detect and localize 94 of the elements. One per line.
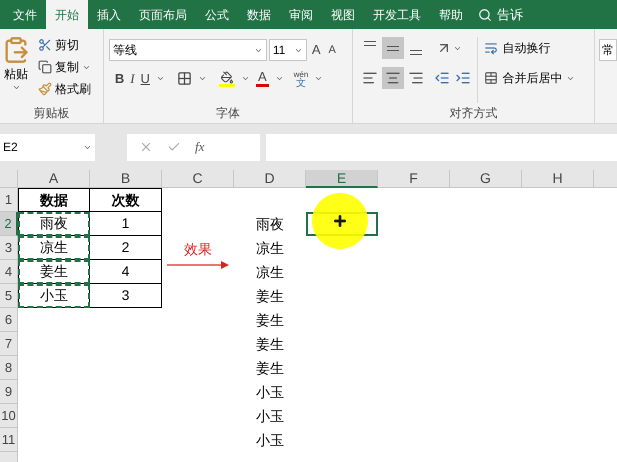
ribbon-tab[interactable]: 数据 xyxy=(238,0,280,29)
merge-icon xyxy=(484,71,498,85)
table-cell-text: 凉生 xyxy=(255,262,285,282)
ribbon-tab[interactable]: 审阅 xyxy=(280,0,322,29)
align-left-icon xyxy=(362,70,378,86)
ribbon-tab[interactable]: 帮助 xyxy=(430,0,472,29)
font-color-button[interactable]: A xyxy=(256,70,269,88)
paste-button[interactable]: 粘贴 xyxy=(0,35,32,103)
column-header[interactable]: H xyxy=(522,170,594,188)
bold-button[interactable]: B xyxy=(114,69,124,88)
ribbon-tab[interactable]: 文件 xyxy=(4,0,46,29)
table-cell: 雨夜 xyxy=(18,212,90,236)
column-header[interactable]: F xyxy=(378,170,450,188)
font-name-field[interactable]: 等线 xyxy=(108,39,267,61)
number-format-field[interactable]: 常 xyxy=(598,39,617,61)
table-cell: 数据 xyxy=(18,188,90,212)
row-header[interactable]: 1 xyxy=(0,188,18,212)
phonetic-button[interactable]: wén 文 xyxy=(294,70,308,88)
table-cell-text: 姜生 xyxy=(255,358,285,378)
row-header[interactable]: 3 xyxy=(0,236,18,260)
row-header[interactable]: 2 xyxy=(0,212,18,236)
row-header[interactable]: 10 xyxy=(0,404,18,428)
name-box[interactable]: E2 xyxy=(0,134,95,160)
table-cell: 小玉 xyxy=(18,284,90,308)
format-painter-button[interactable]: 格式刷 xyxy=(38,79,91,99)
grow-font-button[interactable]: A xyxy=(308,40,324,60)
wrap-icon xyxy=(484,41,498,55)
table-cell-text: 小玉 xyxy=(255,382,285,402)
table-cell: 4 xyxy=(90,260,162,284)
borders-icon[interactable] xyxy=(176,71,192,86)
ribbon-tab[interactable]: 页面布局 xyxy=(130,0,196,29)
insert-function-button[interactable]: fx xyxy=(195,137,204,157)
row-header[interactable]: 7 xyxy=(0,332,18,356)
arrow-icon xyxy=(167,261,229,269)
vertical-align-button[interactable] xyxy=(382,37,404,59)
table-cell: 次数 xyxy=(90,188,162,212)
cut-button[interactable]: 剪切 xyxy=(38,35,91,55)
decrease-indent-icon[interactable] xyxy=(434,70,450,86)
table-cell-text: 小玉 xyxy=(255,430,285,450)
search-icon xyxy=(478,8,492,22)
column-header[interactable]: E xyxy=(306,170,378,188)
align-top-icon xyxy=(364,41,376,46)
table-cell: 3 xyxy=(90,284,162,308)
align-bottom-icon xyxy=(410,50,422,55)
table-cell-text: 姜生 xyxy=(255,286,285,306)
align-middle-icon xyxy=(387,46,400,50)
column-header[interactable]: G xyxy=(450,170,522,188)
table-cell: 2 xyxy=(90,236,162,260)
row-header[interactable]: 6 xyxy=(0,308,18,332)
paintbrush-icon xyxy=(38,82,52,96)
shrink-font-button[interactable]: A xyxy=(325,42,339,58)
column-header[interactable]: D xyxy=(234,170,306,188)
ribbon-tab[interactable]: 公式 xyxy=(196,0,238,29)
merge-center-button[interactable]: 合并后居中 xyxy=(484,67,576,89)
underline-button[interactable]: U xyxy=(140,69,150,88)
row-header[interactable]: 5 xyxy=(0,284,18,308)
ribbon-tab[interactable]: 开始 xyxy=(46,0,88,29)
row-header[interactable]: 4 xyxy=(0,260,18,284)
ribbon-tab[interactable]: 开发工具 xyxy=(364,0,430,29)
table-cell-text: 姜生 xyxy=(255,310,285,330)
horizontal-align-button[interactable] xyxy=(382,67,404,89)
wrap-text-button[interactable]: 自动换行 xyxy=(484,37,576,59)
table-cell-text: 小玉 xyxy=(255,406,285,426)
row-header[interactable]: 11 xyxy=(0,428,18,452)
group-label: 对齐方式 xyxy=(450,105,498,122)
tell-me-field[interactable]: 告诉 xyxy=(472,0,523,29)
group-label: 剪贴板 xyxy=(33,105,70,122)
cursor-icon xyxy=(332,213,348,229)
table-cell-text: 凉生 xyxy=(255,238,285,258)
formula-input[interactable] xyxy=(266,134,617,160)
fill-color-icon[interactable] xyxy=(218,70,235,87)
increase-indent-icon[interactable] xyxy=(455,70,472,86)
align-right-icon xyxy=(408,70,424,86)
column-header[interactable]: B xyxy=(90,170,162,188)
group-label: 字体 xyxy=(216,105,240,122)
row-header[interactable]: 8 xyxy=(0,356,18,380)
annotation-text: 效果 xyxy=(184,240,212,259)
table-cell-text: 姜生 xyxy=(255,334,285,354)
column-header[interactable]: A xyxy=(18,170,90,188)
scissors-icon xyxy=(38,38,52,52)
italic-button[interactable]: I xyxy=(130,69,135,88)
table-cell: 1 xyxy=(90,212,162,236)
column-header[interactable]: C xyxy=(162,170,234,188)
ribbon-tab[interactable]: 视图 xyxy=(322,0,364,29)
font-size-field[interactable]: 11 xyxy=(268,39,307,61)
ribbon-tab[interactable]: 插入 xyxy=(88,0,130,29)
caret-icon xyxy=(12,83,20,92)
align-center-icon xyxy=(385,70,402,86)
table-cell-text: 雨夜 xyxy=(255,214,285,234)
copy-button[interactable]: 复制 xyxy=(38,57,91,77)
table-cell: 姜生 xyxy=(18,260,90,284)
row-header[interactable]: 9 xyxy=(0,380,18,404)
copy-icon xyxy=(38,60,52,74)
table-cell: 凉生 xyxy=(18,236,90,260)
